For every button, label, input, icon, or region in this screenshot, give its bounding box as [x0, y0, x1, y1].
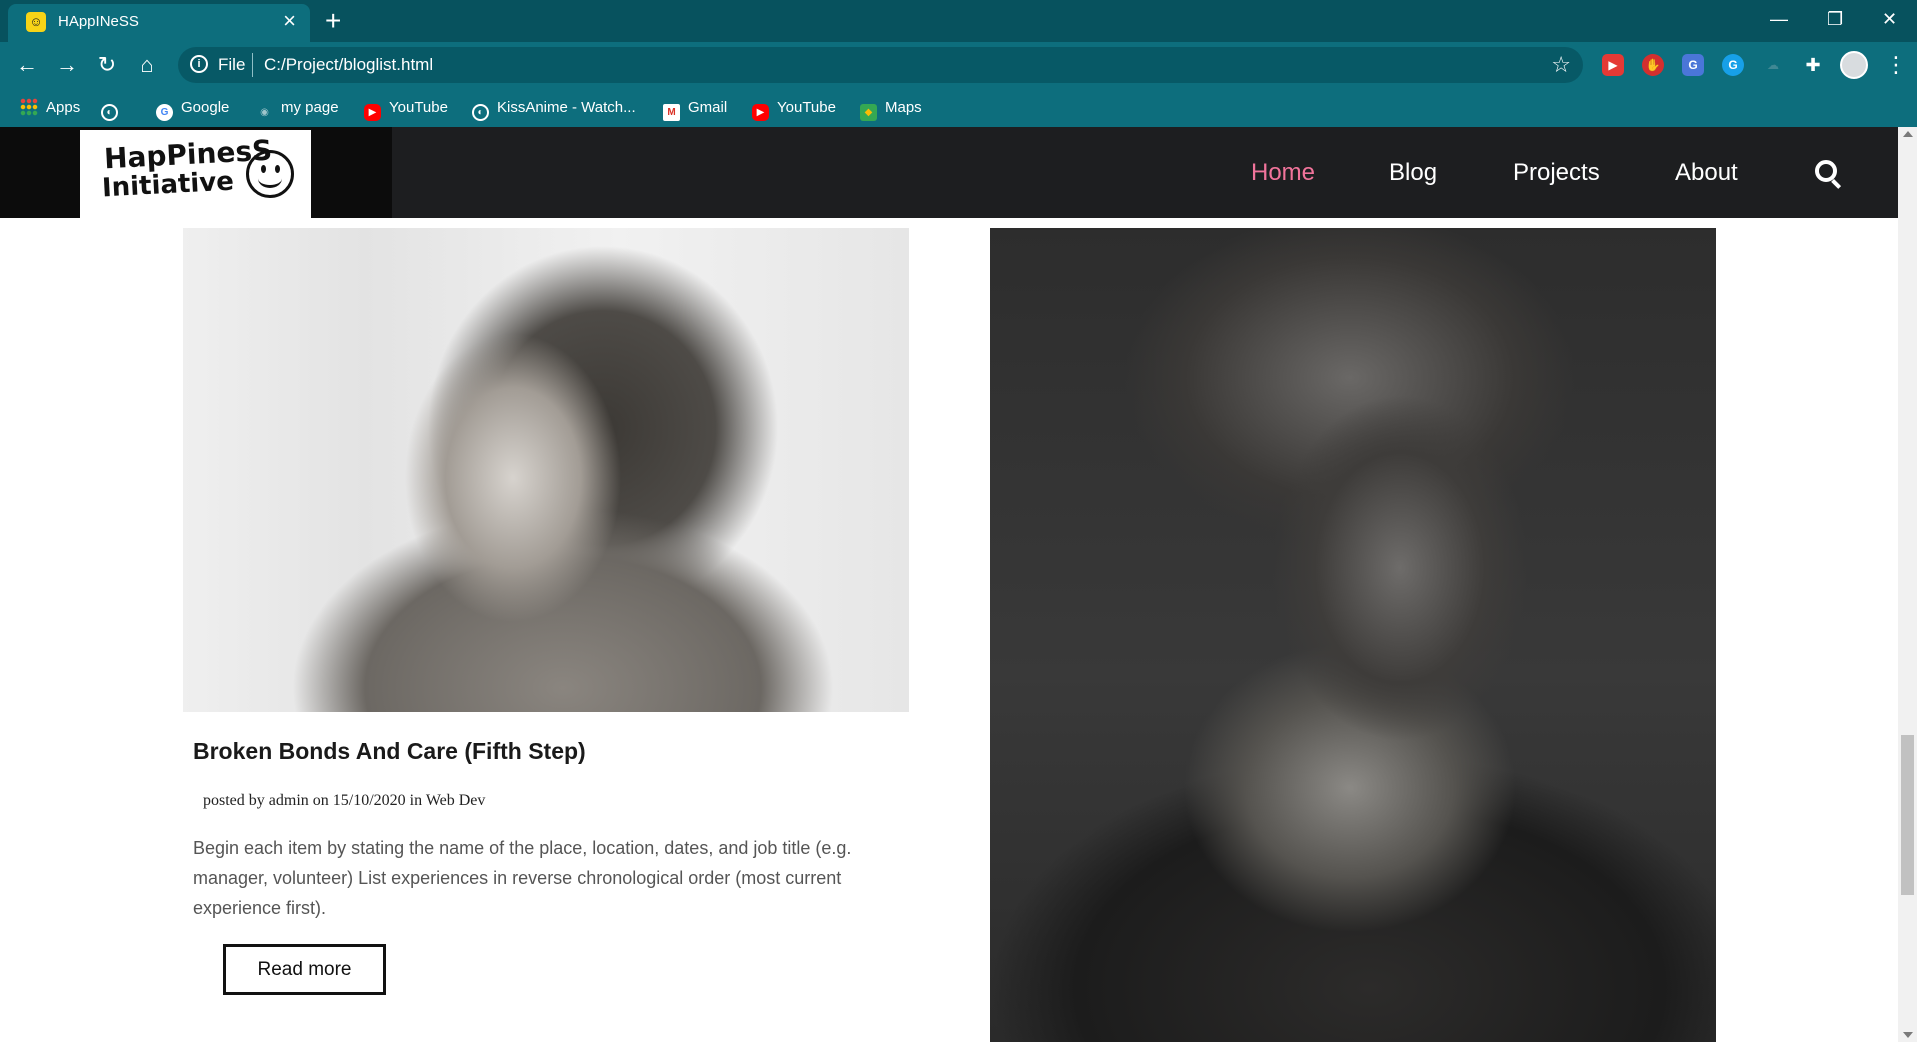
puzzle-icon[interactable]: ✚ — [1802, 54, 1824, 76]
read-more-button[interactable]: Read more — [223, 944, 386, 995]
address-bar[interactable]: i File C:/Project/bloglist.html ☆ — [178, 47, 1583, 83]
nav-about[interactable]: About — [1675, 127, 1738, 218]
post-title[interactable]: Broken Bonds And Care (Fifth Step) — [193, 738, 586, 765]
back-icon[interactable]: ← — [12, 50, 42, 80]
tab-title: HAppINeSS — [58, 13, 139, 30]
nav-projects[interactable]: Projects — [1513, 127, 1600, 218]
apps-grid-icon — [20, 98, 38, 116]
smiley-face-icon: ☺ — [26, 12, 46, 32]
bookmark-star-icon[interactable]: ☆ — [1551, 51, 1571, 79]
info-icon[interactable]: i — [190, 55, 208, 73]
post-meta: posted by admin on 15/10/2020 in Web Dev — [203, 792, 486, 809]
restore-icon[interactable]: ❐ — [1827, 4, 1843, 34]
bookmark-youtube-2[interactable]: ▶ YouTube — [752, 98, 836, 121]
tab-strip: ☺ HAppINeSS × + — ❐ ✕ — [0, 0, 1917, 42]
gmail-icon: M — [663, 104, 680, 121]
site-header: HapPinesS Initiative Home Blog Projects … — [0, 127, 1898, 218]
search-icon[interactable] — [1815, 160, 1837, 182]
post-excerpt: Begin each item by stating the name of t… — [193, 838, 852, 918]
smiley-logo-icon — [246, 150, 294, 198]
globe-icon: ◐ — [472, 104, 489, 121]
bookmark-kissanime[interactable]: ◐ KissAnime - Watch... — [472, 98, 636, 121]
logo-text-line2: Initiative — [101, 166, 235, 204]
browser-chrome: ☺ HAppINeSS × + — ❐ ✕ ← → ↻ ⌂ i File C:/… — [0, 0, 1917, 127]
scroll-down-icon[interactable] — [1903, 1032, 1913, 1038]
scroll-up-icon[interactable] — [1903, 131, 1913, 137]
menu-icon[interactable]: ⋮ — [1885, 50, 1907, 80]
url-text[interactable]: C:/Project/bloglist.html — [264, 55, 433, 75]
scrollbar[interactable] — [1898, 127, 1917, 1042]
blog-list: Broken Bonds And Care (Fifth Step) poste… — [0, 218, 1898, 1042]
new-tab-icon[interactable]: + — [325, 4, 341, 38]
bookmark-gmail[interactable]: M Gmail — [663, 98, 727, 121]
post-image-elderly-man[interactable] — [990, 228, 1716, 1042]
forward-icon[interactable]: → — [52, 50, 82, 80]
adblock-icon[interactable]: ✋ — [1642, 54, 1664, 76]
scrollbar-thumb[interactable] — [1901, 735, 1914, 895]
bookmark-google[interactable]: G Google — [156, 98, 229, 121]
post-image-elderly-woman[interactable] — [183, 228, 909, 712]
site-logo[interactable]: HapPinesS Initiative — [80, 130, 311, 218]
translate-icon[interactable]: G — [1682, 54, 1704, 76]
reload-icon[interactable]: ↻ — [92, 50, 122, 80]
toolbar: ← → ↻ ⌂ i File C:/Project/bloglist.html … — [0, 42, 1917, 88]
bookmark-maps[interactable]: ◆ Maps — [860, 98, 922, 121]
extension-icon[interactable]: ▶ — [1602, 54, 1624, 76]
close-tab-icon[interactable]: × — [283, 9, 296, 33]
bookmark-my-page[interactable]: ◉ my page — [256, 98, 338, 118]
page-icon: ◉ — [260, 107, 269, 118]
youtube-icon: ▶ — [364, 104, 381, 121]
home-icon[interactable]: ⌂ — [132, 50, 162, 80]
grammarly-icon[interactable]: G — [1722, 54, 1744, 76]
google-icon: G — [156, 104, 173, 121]
close-window-icon[interactable]: ✕ — [1882, 4, 1897, 34]
maps-icon: ◆ — [860, 104, 877, 121]
url-scheme: File — [218, 55, 246, 74]
logo-area: HapPinesS Initiative — [0, 127, 392, 218]
nav-home[interactable]: Home — [1251, 127, 1315, 218]
youtube-icon: ▶ — [752, 104, 769, 121]
minimize-icon[interactable]: — — [1770, 4, 1788, 34]
browser-tab[interactable]: ☺ HAppINeSS × — [8, 4, 310, 42]
cloud-icon[interactable]: ☁ — [1762, 54, 1784, 76]
divider — [252, 53, 253, 77]
avatar[interactable] — [1840, 51, 1868, 79]
nav-blog[interactable]: Blog — [1389, 127, 1437, 218]
bookmark-globe[interactable]: ◐ — [101, 98, 126, 121]
globe-icon: ◐ — [101, 104, 118, 121]
bookmark-youtube[interactable]: ▶ YouTube — [364, 98, 448, 121]
bookmark-apps[interactable]: Apps — [20, 98, 80, 118]
bookmarks-bar: Apps ◐ G Google ◉ my page ▶ YouTube ◐ KissAn… — [0, 88, 1917, 127]
